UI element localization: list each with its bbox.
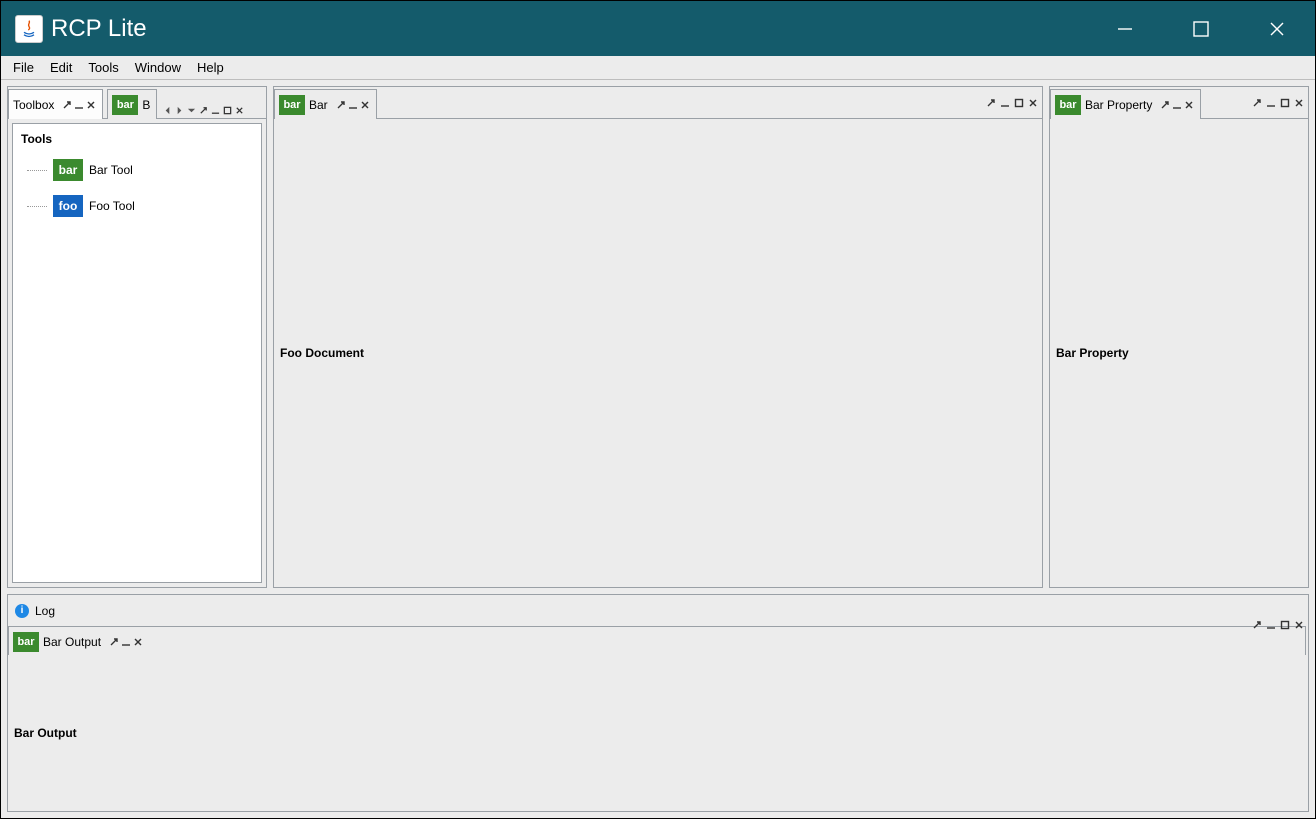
output-body-label: Bar Output [14,726,77,740]
maximize-icon[interactable] [1280,620,1290,630]
property-pane-controls [1252,98,1304,108]
minimize-icon[interactable] [121,637,131,647]
minimize-icon[interactable] [348,100,358,110]
app-window: RCP Lite File Edit Tools Window Help Too… [0,0,1316,819]
tree-branch-icon [27,170,47,171]
scroll-right-icon[interactable] [175,106,184,115]
maximize-icon[interactable] [1014,98,1024,108]
menubar: File Edit Tools Window Help [1,56,1315,80]
tab-bar-editor-label: Bar [309,98,328,112]
bar-icon: bar [53,159,83,181]
bar-icon: bar [279,95,305,115]
java-icon [15,15,43,43]
output-panel: i Log bar Bar Output [7,594,1309,812]
close-icon[interactable] [1028,98,1038,108]
tab-b[interactable]: bar B [107,89,157,119]
detach-icon[interactable] [1160,100,1170,110]
tab-bar-output[interactable]: bar Bar Output [8,626,1306,656]
menu-help[interactable]: Help [189,58,232,77]
minimize-icon[interactable] [74,100,84,110]
menu-tools[interactable]: Tools [80,58,126,77]
close-icon[interactable] [1184,100,1194,110]
detach-icon[interactable] [986,98,996,108]
editor-panel: bar Bar [273,86,1043,588]
minimize-icon[interactable] [1266,98,1276,108]
tree-node-label: Foo Tool [89,199,135,213]
tree-node-bar[interactable]: bar Bar Tool [21,152,253,188]
minimize-icon[interactable] [1000,98,1010,108]
bar-icon: bar [112,95,138,115]
editor-body-label: Foo Document [280,346,364,360]
tab-log-label: Log [35,604,55,618]
maximize-icon[interactable] [1280,98,1290,108]
tool-tree: Tools bar Bar Tool foo Foo Tool [13,124,261,232]
property-body-label: Bar Property [1056,346,1129,360]
row-top: Toolbox bar B [7,86,1309,588]
detach-icon[interactable] [1252,620,1262,630]
toolbox-body: Tools bar Bar Tool foo Foo Tool [12,123,262,583]
tab-bar-output-label: Bar Output [43,635,101,649]
editor-body: Foo Document [274,119,1042,587]
tab-log[interactable]: i Log [8,595,1306,625]
minimize-icon[interactable] [1266,620,1276,630]
app-title: RCP Lite [51,15,147,43]
menu-file[interactable]: File [5,58,42,77]
editor-pane-controls [986,98,1038,108]
detach-icon[interactable] [199,106,208,115]
tab-bar-property[interactable]: bar Bar Property [1050,89,1201,119]
menu-window[interactable]: Window [127,58,189,77]
bar-icon: bar [13,632,39,652]
detach-icon[interactable] [1252,98,1262,108]
detach-icon[interactable] [109,637,119,647]
close-button[interactable] [1239,1,1315,56]
detach-icon[interactable] [336,100,346,110]
titlebar: RCP Lite [1,1,1315,56]
property-panel: bar Bar Property [1049,86,1309,588]
info-icon: i [15,604,29,618]
minimize-icon[interactable] [1172,100,1182,110]
property-body: Bar Property [1050,119,1308,587]
tree-branch-icon [27,206,47,207]
close-icon[interactable] [1294,98,1304,108]
tree-node-label: Bar Tool [89,163,133,177]
tab-b-label: B [142,98,150,112]
close-icon[interactable] [1294,620,1304,630]
foo-icon: foo [53,195,83,217]
menu-edit[interactable]: Edit [42,58,80,77]
close-icon[interactable] [235,106,244,115]
workarea: Toolbox bar B [1,80,1315,818]
bar-icon: bar [1055,95,1081,115]
output-pane-controls [1252,620,1304,630]
maximize-button[interactable] [1163,1,1239,56]
close-icon[interactable] [86,100,96,110]
minimize-button[interactable] [1087,1,1163,56]
tree-node-foo[interactable]: foo Foo Tool [21,188,253,224]
minimize-icon[interactable] [211,106,220,115]
tab-nav-controls [163,106,244,118]
dropdown-icon[interactable] [187,106,196,115]
tab-bar-property-label: Bar Property [1085,98,1152,112]
tab-toolbox-label: Toolbox [13,98,54,112]
scroll-left-icon[interactable] [163,106,172,115]
output-body: Bar Output [8,655,1308,811]
tab-toolbox[interactable]: Toolbox [8,89,103,119]
tab-bar-editor[interactable]: bar Bar [274,89,377,119]
maximize-icon[interactable] [223,106,232,115]
close-icon[interactable] [360,100,370,110]
tool-tree-header: Tools [21,132,253,146]
detach-icon[interactable] [62,100,72,110]
toolbox-panel: Toolbox bar B [7,86,267,588]
close-icon[interactable] [133,637,143,647]
